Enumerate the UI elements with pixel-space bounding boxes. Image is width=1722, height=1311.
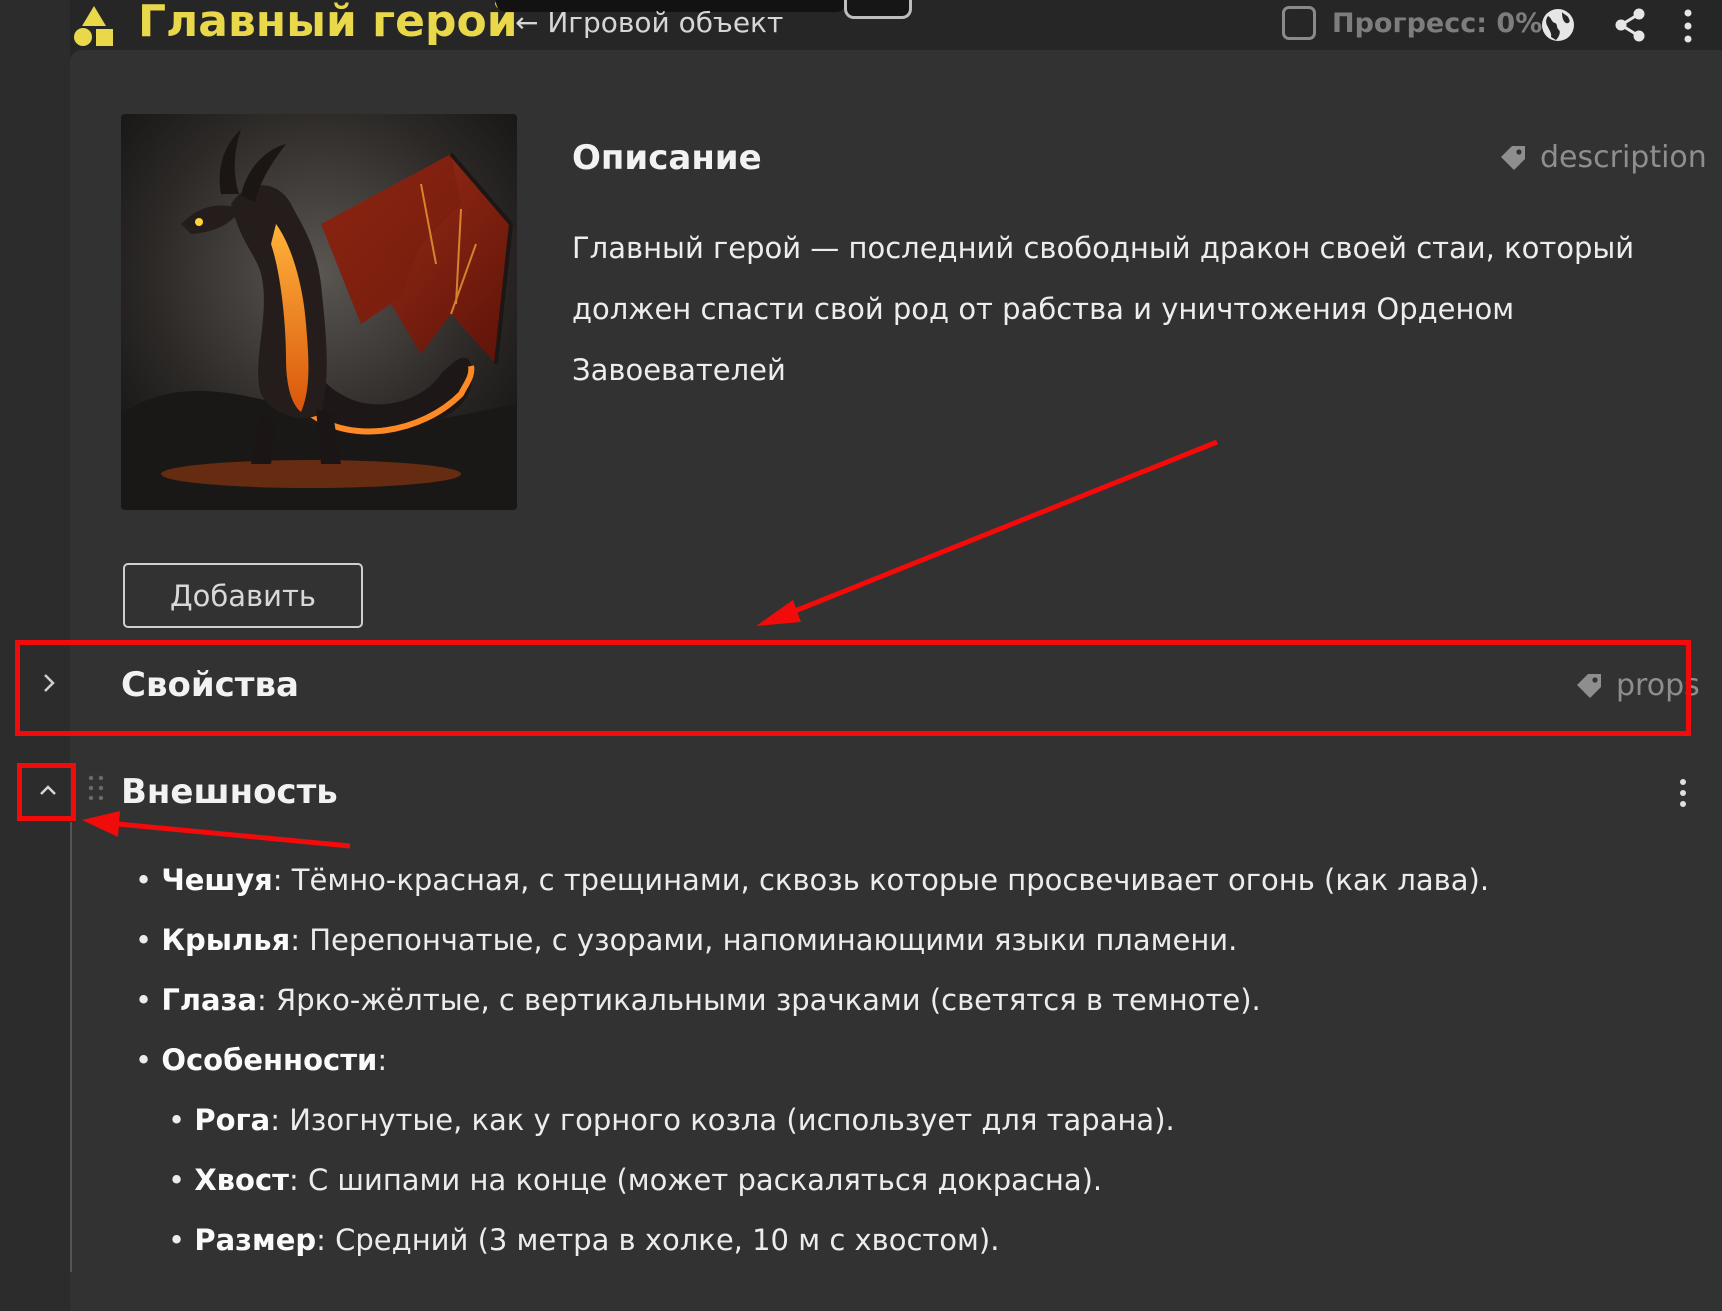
- chevron-up-icon[interactable]: [36, 778, 60, 802]
- description-tag-label: description: [1540, 140, 1707, 175]
- progress-label: Прогресс: 0%: [1332, 8, 1543, 39]
- list-item: • Крылья: Перепончатые, с узорами, напом…: [135, 923, 1238, 957]
- share-icon[interactable]: [1612, 7, 1648, 43]
- page-title: Главный герой: [138, 0, 518, 47]
- breadcrumb[interactable]: ← Игровой объект: [515, 6, 783, 39]
- list-item: • Чешуя: Тёмно-красная, с трещинами, скв…: [135, 863, 1490, 897]
- annotation-highlight-properties: [15, 640, 1691, 736]
- tag-icon: [1501, 145, 1525, 170]
- list-item: • Глаза: Ярко-жёлтые, с вертикальными зр…: [135, 983, 1261, 1017]
- section-guide-line: [70, 822, 72, 1272]
- description-text[interactable]: Главный герой — последний свободный драк…: [572, 218, 1682, 401]
- description-tag[interactable]: description: [1498, 140, 1707, 175]
- list-item: • Размер: Средний (3 метра в холке, 10 м…: [168, 1223, 1000, 1257]
- globe-icon[interactable]: [1540, 7, 1576, 43]
- progress-checkbox[interactable]: [1282, 6, 1316, 40]
- list-item: • Хвост: С шипами на конце (может раскал…: [168, 1163, 1103, 1197]
- appearance-title[interactable]: Внешность: [121, 772, 338, 812]
- list-item: • Рога: Изогнутые, как у горного козла (…: [168, 1103, 1175, 1137]
- description-title: Описание: [572, 138, 762, 178]
- more-vertical-icon[interactable]: [1676, 778, 1690, 808]
- more-vertical-icon[interactable]: [1680, 8, 1696, 44]
- shapes-icon: [74, 6, 113, 46]
- appearance-list[interactable]: • Чешуя: Тёмно-красная, с трещинами, скв…: [135, 850, 1489, 1270]
- dragon-image[interactable]: [121, 114, 517, 510]
- drag-handle-icon[interactable]: [86, 774, 106, 802]
- add-button[interactable]: Добавить: [123, 563, 363, 628]
- list-item: • Особенности:: [135, 1043, 388, 1077]
